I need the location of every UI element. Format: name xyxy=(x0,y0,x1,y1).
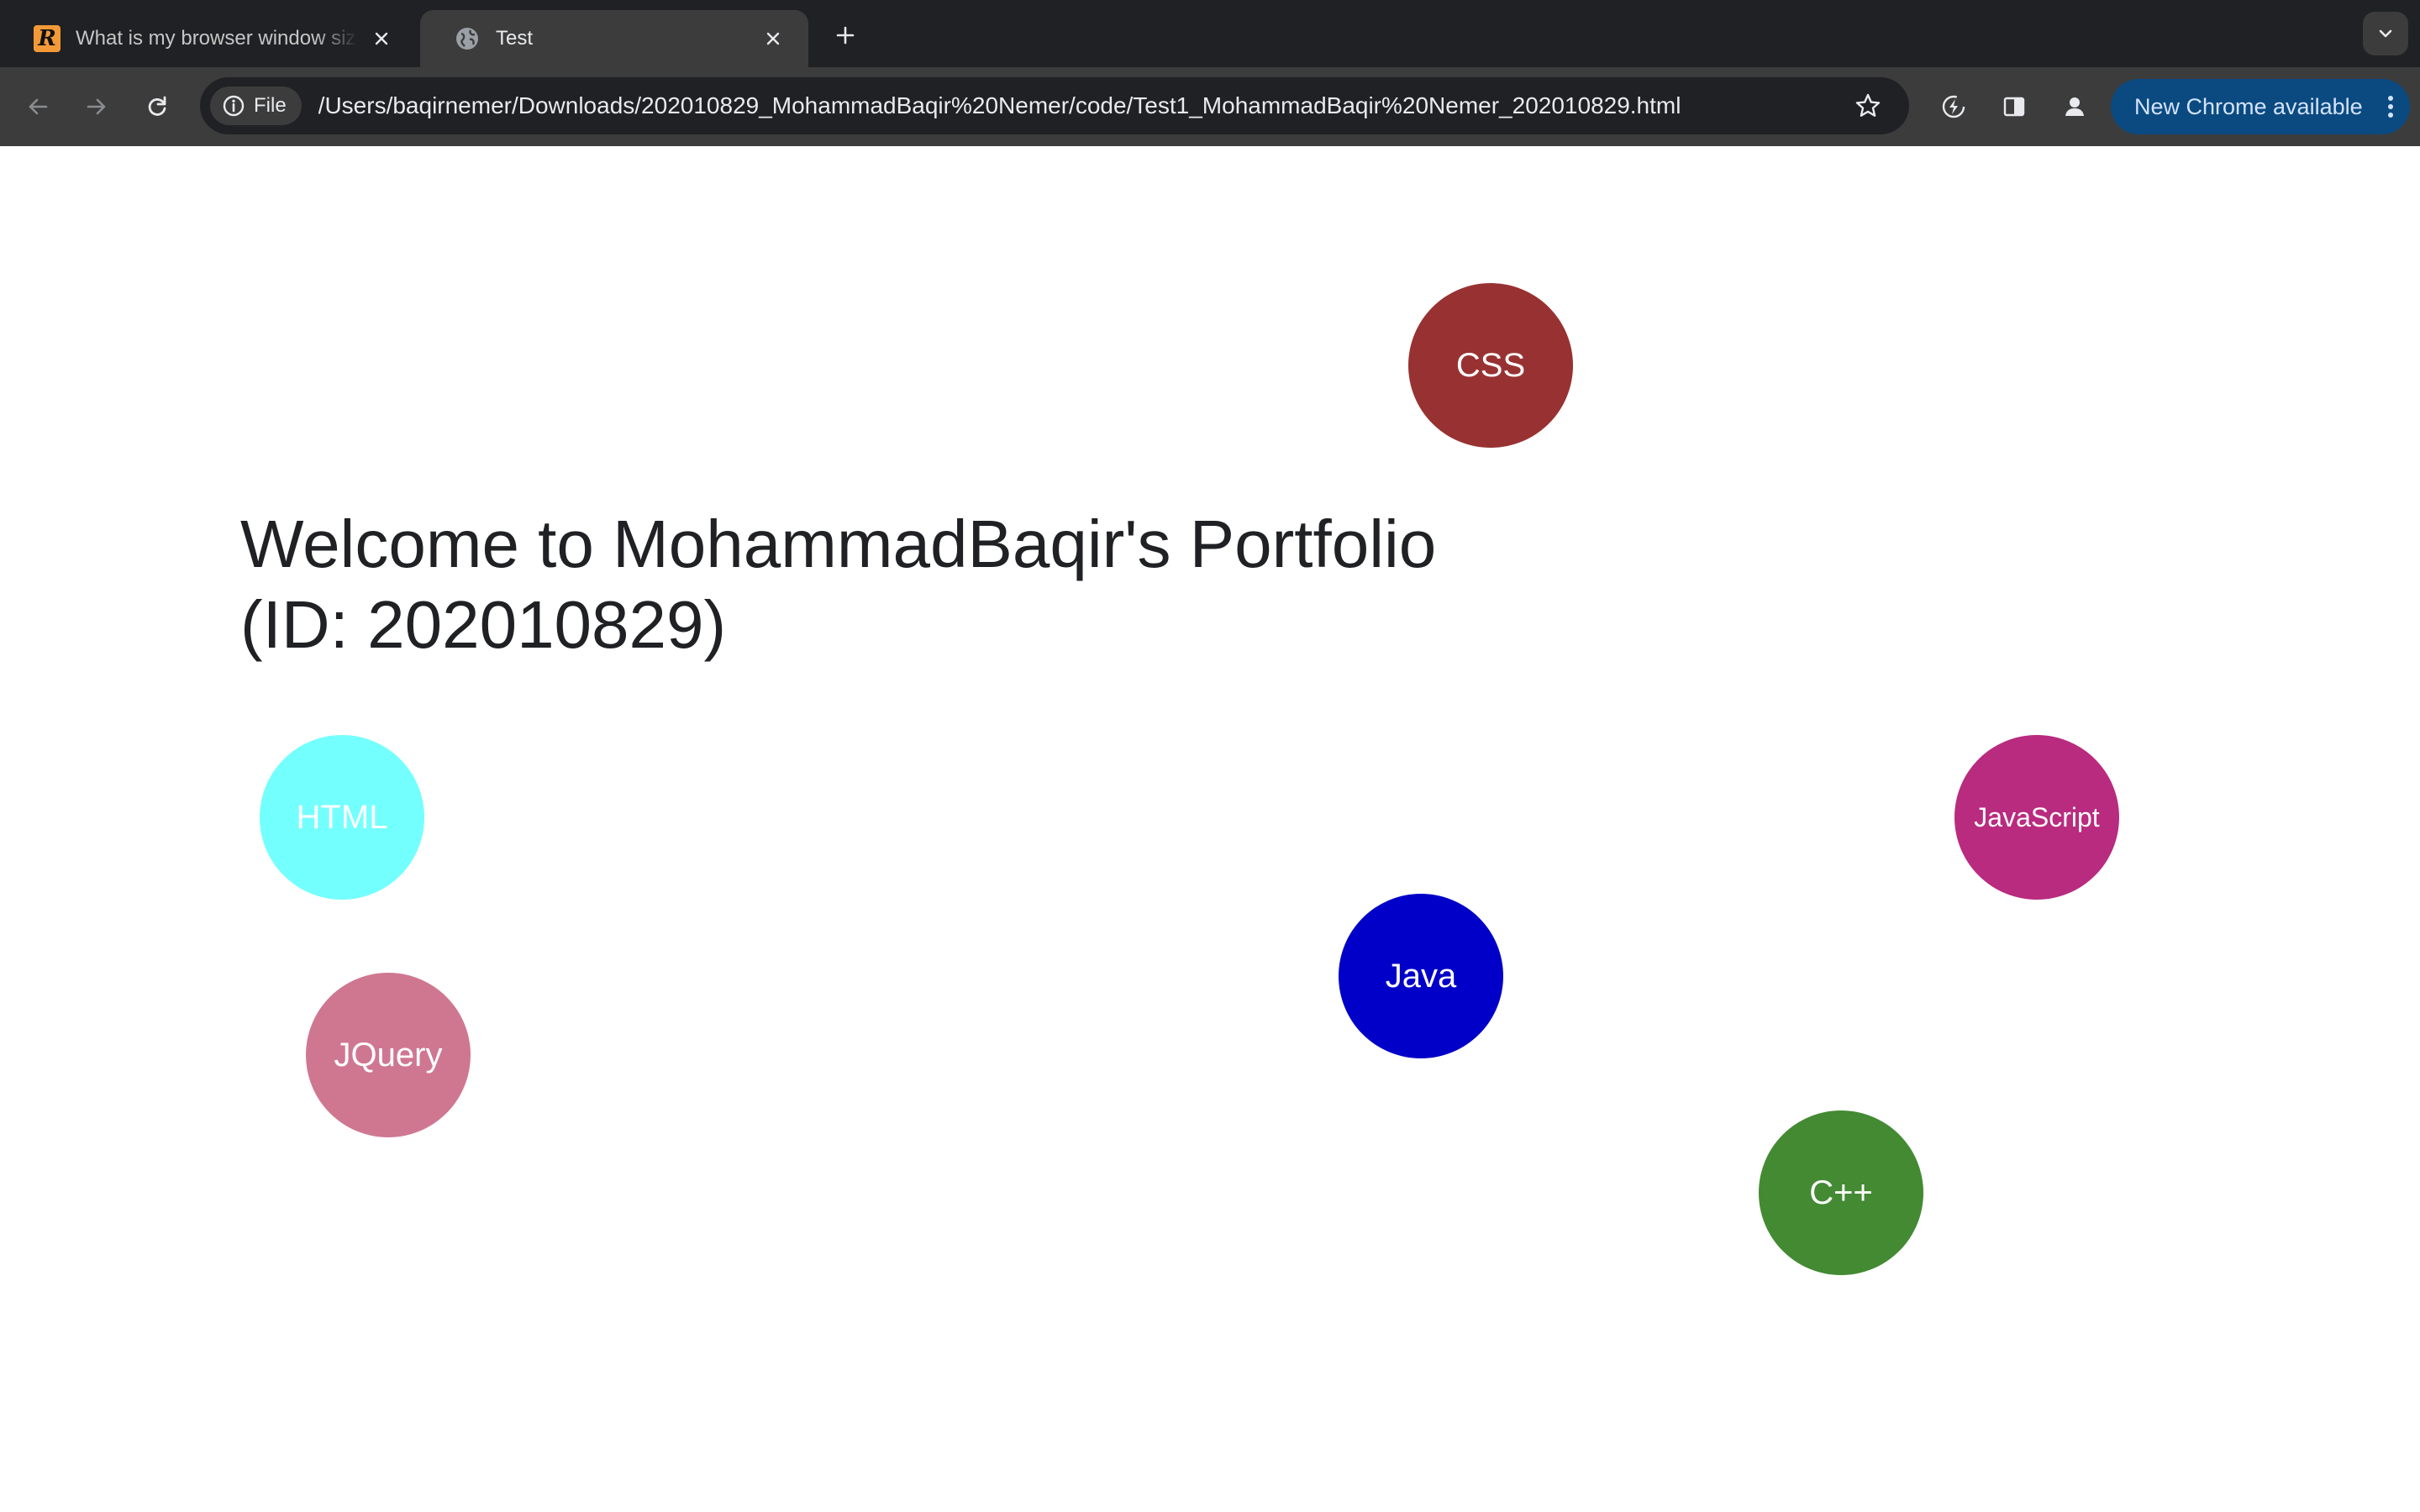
info-icon xyxy=(222,94,245,118)
browser-toolbar: File /Users/baqirnemer/Downloads/2020108… xyxy=(0,67,2420,146)
forward-button[interactable] xyxy=(76,86,118,128)
r-logo-icon: R xyxy=(34,25,60,52)
reload-button[interactable] xyxy=(136,86,178,128)
arrow-right-icon xyxy=(87,98,106,115)
tab-title: Test xyxy=(496,27,534,50)
site-info-chip[interactable]: File xyxy=(210,87,302,125)
side-panel-icon[interactable] xyxy=(1993,86,2035,128)
site-chip-label: File xyxy=(254,94,287,117)
heading-line-2: (ID: 202010829) xyxy=(240,587,727,662)
skill-bubble-html[interactable]: HTML xyxy=(260,735,424,900)
tab-search-button[interactable] xyxy=(2363,12,2408,55)
heading-line-1: Welcome to MohammadBaqir's Portfolio xyxy=(240,507,1437,581)
skill-bubble-cpp[interactable]: C++ xyxy=(1759,1110,1923,1275)
chevron-down-icon xyxy=(2379,29,2392,38)
tab-title: What is my browser window size? xyxy=(76,27,358,50)
profile-avatar-icon[interactable] xyxy=(2054,86,2096,128)
update-chrome-label: New Chrome available xyxy=(2134,93,2363,119)
address-bar[interactable]: File /Users/baqirnemer/Downloads/2020108… xyxy=(200,77,1909,134)
bookmark-star-icon[interactable] xyxy=(1847,85,1889,127)
skill-bubble-jquery[interactable]: JQuery xyxy=(306,973,471,1137)
page-heading: Welcome to MohammadBaqir's Portfolio (ID… xyxy=(240,504,1585,665)
update-chrome-button[interactable]: New Chrome available xyxy=(2111,79,2410,134)
tab-test[interactable]: Test xyxy=(420,10,808,67)
back-button[interactable] xyxy=(17,86,59,128)
close-tab-icon[interactable] xyxy=(760,25,786,52)
arrow-left-icon xyxy=(29,98,48,115)
tab-strip: R What is my browser window size? Test xyxy=(0,0,2420,67)
plus-icon xyxy=(836,26,855,45)
reload-icon xyxy=(148,96,166,116)
more-menu-icon[interactable] xyxy=(2386,93,2395,120)
new-tab-button[interactable] xyxy=(829,18,862,52)
tab-browser-window-size[interactable]: R What is my browser window size? xyxy=(0,10,417,67)
close-tab-icon[interactable] xyxy=(368,25,395,52)
globe-icon xyxy=(454,25,481,52)
skill-bubble-java[interactable]: Java xyxy=(1339,894,1503,1058)
skill-bubble-css[interactable]: CSS xyxy=(1408,283,1573,448)
url-text[interactable]: /Users/baqirnemer/Downloads/202010829_Mo… xyxy=(318,92,1847,119)
skill-bubble-javascript[interactable]: JavaScript xyxy=(1954,735,2119,900)
performance-icon[interactable] xyxy=(1933,86,1975,128)
